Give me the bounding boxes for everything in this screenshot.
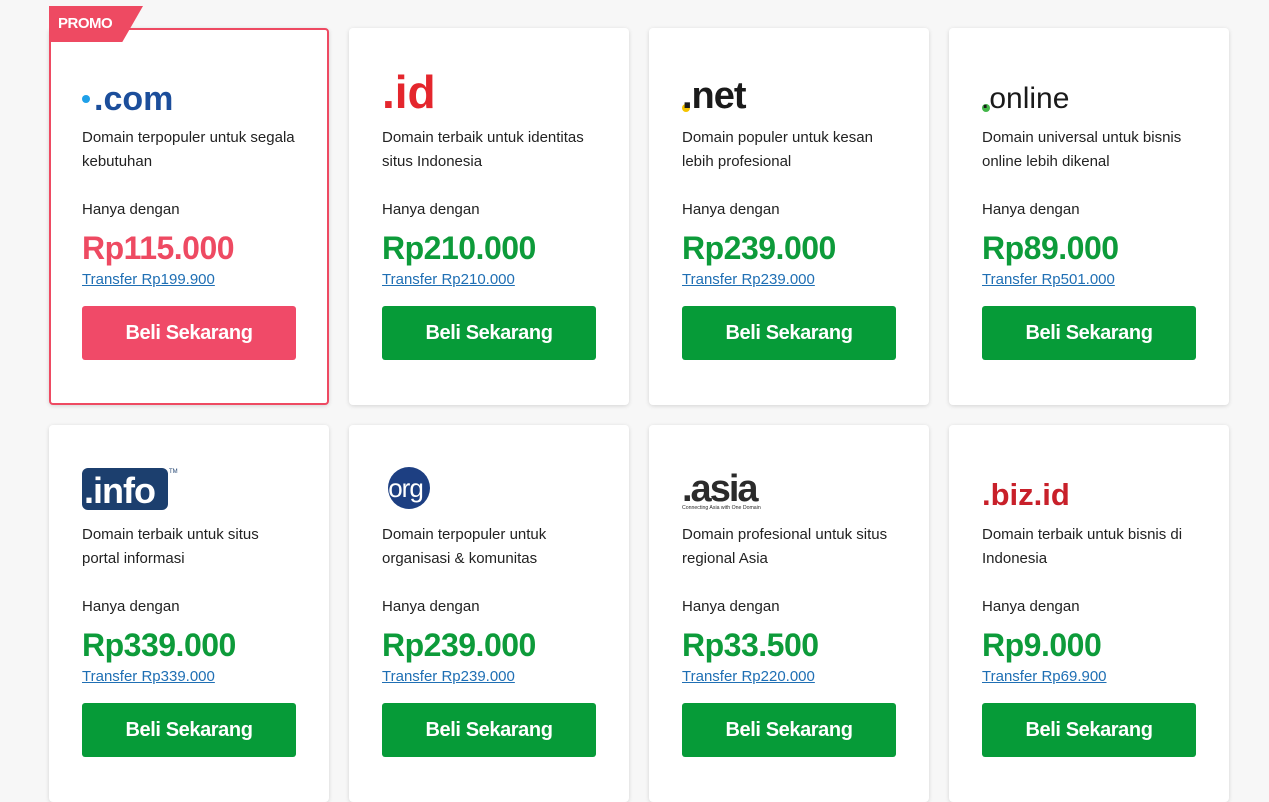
domain-card-bizid: .biz.id Domain terbaik untuk bisnis di I… — [949, 425, 1229, 802]
price: Rp89.000 — [982, 230, 1119, 266]
com-logo-graphic: .com — [82, 84, 173, 114]
transfer-link[interactable]: Transfer Rp339.000 — [82, 667, 215, 687]
buy-button-net[interactable]: Beli Sekarang — [682, 306, 896, 360]
domain-card-com: PROMO .com Domain terpopuler untuk segal… — [49, 6, 329, 405]
promo-badge: PROMO — [49, 6, 143, 42]
card-description: Domain universal untuk bisnis online leb… — [982, 129, 1182, 170]
online-logo: .online — [982, 68, 1197, 114]
org-logo: .org — [382, 465, 597, 511]
card-description: Domain terbaik untuk situs portal inform… — [82, 526, 259, 567]
id-logo-graphic: .id — [382, 70, 436, 114]
buy-button-online[interactable]: Beli Sekarang — [982, 306, 1196, 360]
price: Rp33.500 — [682, 627, 819, 663]
card-description: Domain terpopuler untuk segala kebutuhan — [82, 129, 295, 170]
online-logo-graphic: .online — [982, 82, 1069, 114]
buy-button-asia[interactable]: Beli Sekarang — [682, 703, 896, 757]
domain-card-net: .net Domain populer untuk kesan lebih pr… — [649, 28, 929, 405]
buy-button-org[interactable]: Beli Sekarang — [382, 703, 596, 757]
transfer-link[interactable]: Transfer Rp239.000 — [382, 667, 515, 687]
domain-card-id: .id Domain terbaik untuk identitas situs… — [349, 28, 629, 405]
transfer-link[interactable]: Transfer Rp199.900 — [82, 270, 215, 290]
info-logo-text: .info — [84, 470, 155, 511]
transfer-link[interactable]: Transfer Rp69.900 — [982, 667, 1107, 687]
transfer-link[interactable]: Transfer Rp220.000 — [682, 667, 815, 687]
price: Rp239.000 — [682, 230, 836, 266]
price: Rp239.000 — [382, 627, 536, 663]
asia-logo-text: .asia — [682, 468, 759, 510]
svg-text:TM: TM — [169, 469, 178, 475]
price: Rp339.000 — [82, 627, 236, 663]
transfer-link[interactable]: Transfer Rp239.000 — [682, 270, 815, 290]
buy-button-bizid[interactable]: Beli Sekarang — [982, 703, 1196, 757]
com-logo-text: .com — [94, 84, 173, 114]
net-logo: .net — [682, 68, 897, 114]
domain-card-online: .online Domain universal untuk bisnis on… — [949, 28, 1229, 405]
info-logo-graphic: .info TM — [82, 468, 178, 511]
domain-card-asia: .asia Connecting Asia with One Domain Do… — [649, 425, 929, 802]
transfer-link[interactable]: Transfer Rp501.000 — [982, 270, 1115, 290]
transfer-link[interactable]: Transfer Rp210.000 — [382, 270, 515, 290]
net-logo-text: .net — [682, 78, 747, 114]
id-logo: .id — [382, 68, 597, 114]
org-logo-graphic: .org — [382, 467, 430, 509]
asia-logo: .asia Connecting Asia with One Domain — [682, 465, 897, 511]
price-label: Hanya dengan — [682, 201, 780, 218]
buy-button-info[interactable]: Beli Sekarang — [82, 703, 296, 757]
card-description: Domain populer untuk kesan lebih profesi… — [682, 129, 873, 170]
price-label: Hanya dengan — [382, 201, 480, 218]
asia-logo-tagline: Connecting Asia with One Domain — [682, 505, 761, 511]
price-label: Hanya dengan — [382, 598, 480, 615]
id-logo-text: .id — [382, 70, 436, 114]
asia-logo-graphic: .asia Connecting Asia with One Domain — [682, 468, 761, 511]
bizid-logo: .biz.id — [982, 465, 1197, 511]
price-label: Hanya dengan — [82, 598, 180, 615]
price-label: Hanya dengan — [82, 201, 180, 218]
price: Rp9.000 — [982, 627, 1102, 663]
price-label: Hanya dengan — [682, 598, 780, 615]
org-logo-text: .org — [382, 473, 423, 503]
bizid-logo-graphic: .biz.id — [982, 477, 1070, 511]
domain-card-info: .info TM Domain terbaik untuk situs port… — [49, 425, 329, 802]
buy-button-com[interactable]: Beli Sekarang — [82, 306, 296, 360]
net-logo-graphic: .net — [682, 78, 748, 114]
info-logo: .info TM — [82, 465, 297, 511]
card-description: Domain terbaik untuk bisnis di Indonesia — [982, 526, 1183, 567]
domain-card-org: .org Domain terpopuler untuk organisasi … — [349, 425, 629, 802]
price-label: Hanya dengan — [982, 598, 1080, 615]
com-logo: .com — [82, 68, 297, 114]
price: Rp115.000 — [82, 230, 235, 266]
price: Rp210.000 — [382, 230, 536, 266]
domain-grid: PROMO .com Domain terpopuler untuk segal… — [49, 6, 1229, 802]
card-description: Domain profesional untuk situs regional … — [682, 526, 888, 567]
online-logo-text: .online — [982, 82, 1069, 114]
price-label: Hanya dengan — [982, 201, 1080, 218]
buy-button-id[interactable]: Beli Sekarang — [382, 306, 596, 360]
bizid-logo-text: .biz.id — [982, 477, 1070, 511]
card-description: Domain terpopuler untuk organisasi & kom… — [382, 526, 547, 567]
card-description: Domain terbaik untuk identitas situs Ind… — [382, 129, 584, 170]
